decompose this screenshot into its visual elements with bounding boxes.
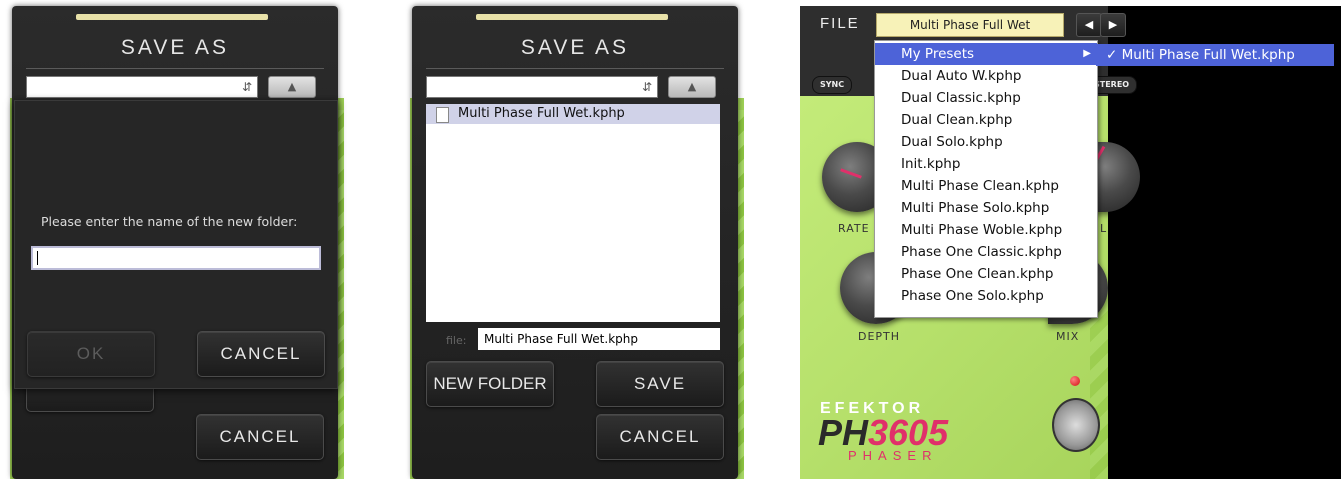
up-arrow-icon: ▲ bbox=[687, 80, 697, 93]
cancel-button[interactable]: CANCEL bbox=[197, 331, 325, 377]
menu-item[interactable]: Init.kphp bbox=[875, 153, 1097, 175]
submenu-selected-preset[interactable]: ✓ Multi Phase Full Wet.kphp bbox=[1096, 44, 1334, 66]
cancel-button[interactable]: CANCEL bbox=[596, 414, 724, 460]
dialog-title: SAVE AS bbox=[120, 36, 230, 59]
mix-label: MIX bbox=[1056, 330, 1080, 343]
file-menu-button[interactable]: FILE bbox=[820, 15, 860, 32]
folder-select[interactable]: ⇵ bbox=[26, 76, 258, 98]
level-label: L bbox=[1100, 222, 1108, 235]
next-preset-button[interactable]: ▶ bbox=[1100, 13, 1126, 37]
submenu-arrow-icon: ▶ bbox=[1083, 48, 1091, 59]
new-folder-prompt: Please enter the name of the new folder: bbox=[41, 214, 298, 229]
menu-item[interactable]: Phase One Classic.kphp bbox=[875, 241, 1097, 263]
dialog-top-tab bbox=[76, 14, 268, 20]
model-number: 3605 bbox=[868, 412, 949, 453]
menu-item[interactable]: Multi Phase Clean.kphp bbox=[875, 175, 1097, 197]
bypass-footswitch[interactable] bbox=[1052, 398, 1100, 452]
file-name: Multi Phase Full Wet.kphp bbox=[458, 106, 625, 121]
save-button[interactable]: SAVE bbox=[596, 361, 724, 407]
menu-item-my-presets[interactable]: My Presets ▶ bbox=[875, 43, 1097, 65]
cancel-button-lower[interactable]: CANCEL bbox=[196, 414, 324, 460]
file-label: file: bbox=[446, 334, 467, 347]
model-prefix: PH bbox=[818, 412, 869, 453]
preset-name-display[interactable]: Multi Phase Full Wet bbox=[876, 13, 1064, 37]
black-background bbox=[1108, 6, 1341, 479]
sync-toggle[interactable]: SYNC bbox=[812, 76, 853, 94]
rate-label: RATE bbox=[838, 222, 870, 235]
new-folder-overlay: Please enter the name of the new folder:… bbox=[14, 100, 338, 389]
panel-save-as-new-folder: SAVE AS ⇵ ▲ CANCEL Please enter the name… bbox=[0, 0, 345, 479]
menu-item[interactable]: Dual Solo.kphp bbox=[875, 131, 1097, 153]
text-caret bbox=[37, 251, 38, 265]
select-arrows-icon: ⇵ bbox=[241, 80, 252, 94]
menu-item[interactable]: Multi Phase Woble.kphp bbox=[875, 219, 1097, 241]
panel-preset-menu: FILE Multi Phase Full Wet ◀ ▶ SYNC STERE… bbox=[800, 0, 1341, 479]
ok-button[interactable]: OK bbox=[27, 331, 155, 377]
parent-folder-button[interactable]: ▲ bbox=[668, 76, 716, 98]
menu-item[interactable]: Multi Phase Solo.kphp bbox=[875, 197, 1097, 219]
file-list[interactable]: Multi Phase Full Wet.kphp bbox=[426, 104, 720, 322]
triangle-right-icon: ▶ bbox=[1108, 18, 1118, 31]
new-folder-button[interactable]: NEW FOLDER bbox=[426, 361, 554, 407]
status-led bbox=[1070, 376, 1080, 386]
menu-item[interactable]: Dual Auto W.kphp bbox=[875, 65, 1097, 87]
phaser-label: PHASER bbox=[848, 448, 938, 463]
parent-folder-button[interactable]: ▲ bbox=[268, 76, 316, 98]
menu-item[interactable]: Phase One Clean.kphp bbox=[875, 263, 1097, 285]
menu-item[interactable]: Dual Clean.kphp bbox=[875, 109, 1097, 131]
dialog-top-tab bbox=[476, 14, 668, 20]
document-icon bbox=[436, 107, 449, 123]
up-arrow-icon: ▲ bbox=[287, 80, 297, 93]
save-as-dialog: SAVE AS ⇵ ▲ Multi Phase Full Wet.kphp fi… bbox=[412, 6, 738, 479]
folder-name-input[interactable] bbox=[31, 246, 321, 270]
folder-select[interactable]: ⇵ bbox=[426, 76, 658, 98]
menu-item-label: My Presets bbox=[901, 46, 975, 62]
select-arrows-icon: ⇵ bbox=[641, 80, 652, 94]
file-name-field[interactable]: Multi Phase Full Wet.kphp bbox=[478, 328, 720, 350]
menu-item[interactable]: Phase One Solo.kphp bbox=[875, 285, 1097, 307]
triangle-left-icon: ◀ bbox=[1084, 18, 1094, 31]
panel-save-as-file: SAVE AS ⇵ ▲ Multi Phase Full Wet.kphp fi… bbox=[400, 0, 745, 479]
list-item[interactable]: Multi Phase Full Wet.kphp bbox=[426, 104, 720, 124]
menu-item[interactable]: Dual Classic.kphp bbox=[875, 87, 1097, 109]
title-divider bbox=[26, 68, 324, 69]
prev-preset-button[interactable]: ◀ bbox=[1076, 13, 1102, 37]
depth-label: DEPTH bbox=[858, 330, 901, 343]
title-divider bbox=[426, 68, 724, 69]
dialog-title: SAVE AS bbox=[520, 36, 630, 59]
preset-menu: My Presets ▶ Dual Auto W.kphp Dual Class… bbox=[874, 40, 1098, 318]
